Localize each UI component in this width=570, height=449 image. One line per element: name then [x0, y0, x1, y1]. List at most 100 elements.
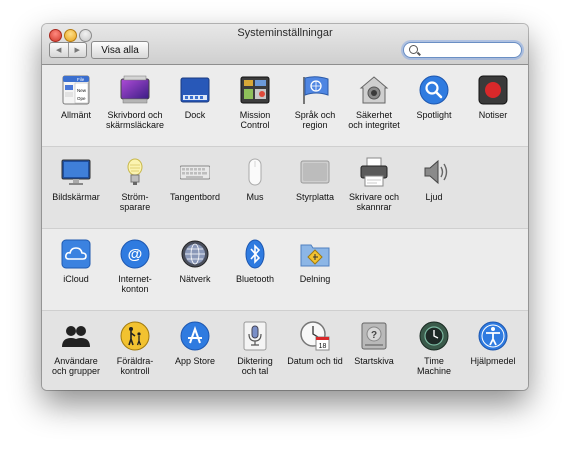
pane-bluetooth[interactable]: Bluetooth	[225, 239, 285, 284]
pane-label: Mission Control	[239, 110, 271, 130]
pane-label: Spotlight	[416, 110, 452, 120]
section-hardware: Bildskärmar Ström- sparare Tangentbord M…	[42, 146, 528, 228]
pane-label: Diktering och tal	[237, 356, 273, 376]
section-system: Användare och grupper Föräldra- kontroll…	[42, 310, 528, 390]
section-personal: File New Ope Allmänt Skrivbord och skärmsl…	[42, 65, 528, 146]
startup-disk-icon: ?	[359, 321, 389, 351]
pane-label: App Store	[174, 356, 216, 366]
svg-text:?: ?	[371, 330, 377, 341]
search-field[interactable]	[403, 42, 522, 58]
printers-scanners-icon	[359, 157, 389, 187]
sound-icon	[419, 157, 449, 187]
app-store-icon	[180, 321, 210, 351]
icloud-icon	[61, 239, 91, 269]
section-internet-wireless: iCloud @ Internet- konton Nätverk Blueto…	[42, 228, 528, 310]
pane-icloud[interactable]: iCloud	[46, 239, 106, 284]
pane-language-region[interactable]: Språk och region	[285, 75, 345, 130]
pane-label: Användare och grupper	[51, 356, 101, 376]
pane-network[interactable]: Nätverk	[165, 239, 225, 284]
show-all-button[interactable]: Visa alla	[91, 41, 149, 59]
pane-mouse[interactable]: Mus	[225, 157, 285, 202]
keyboard-icon	[180, 157, 210, 187]
sharing-icon	[300, 239, 330, 269]
svg-text:18: 18	[319, 343, 327, 350]
pane-label: Datum och tid	[287, 356, 343, 366]
date-time-icon: 18	[300, 321, 330, 351]
trackpad-icon	[300, 157, 330, 187]
pane-accessibility[interactable]: Hjälpmedel	[463, 321, 523, 366]
pane-label: Skrivbord och skärmsläckare	[105, 110, 164, 130]
toolbar: Systeminställningar ◀ ▶ Visa alla	[42, 24, 528, 65]
navigation-buttons: ◀ ▶	[49, 42, 87, 58]
bluetooth-icon	[240, 239, 270, 269]
svg-text:@: @	[128, 246, 143, 263]
internet-accounts-icon: @	[120, 239, 150, 269]
pane-users-groups[interactable]: Användare och grupper	[46, 321, 106, 376]
system-preferences-window: Systeminställningar ◀ ▶ Visa alla File Ne…	[42, 24, 528, 390]
svg-text:Ope: Ope	[77, 96, 86, 101]
svg-text:File: File	[77, 77, 85, 82]
pane-trackpad[interactable]: Styrplatta	[285, 157, 345, 202]
pane-label: Notiser	[478, 110, 508, 120]
dock-icon	[180, 75, 210, 105]
desktop-screensaver-icon	[120, 75, 150, 105]
users-groups-icon	[61, 321, 91, 351]
pane-label: Bildskärmar	[52, 192, 100, 202]
pane-startup-disk[interactable]: ? Startskiva	[344, 321, 404, 366]
pane-label: Skrivare och skannrar	[348, 192, 400, 212]
pane-sound[interactable]: Ljud	[404, 157, 464, 202]
pane-label: Nätverk	[179, 274, 211, 284]
pane-label: iCloud	[63, 274, 89, 284]
pane-dock[interactable]: Dock	[165, 75, 225, 120]
pane-internet-accounts[interactable]: @ Internet- konton	[105, 239, 165, 294]
mouse-icon	[240, 157, 270, 187]
pane-label: Hjälpmedel	[470, 356, 516, 366]
time-machine-icon	[419, 321, 449, 351]
svg-text:New: New	[77, 88, 87, 93]
pane-label: Ström- sparare	[119, 192, 151, 212]
pane-security-privacy[interactable]: Säkerhet och integritet	[344, 75, 404, 130]
security-privacy-icon	[359, 75, 389, 105]
pane-date-time[interactable]: 18 Datum och tid	[285, 321, 345, 366]
pane-label: Time Machine	[416, 356, 452, 376]
pane-general[interactable]: File New Ope Allmänt	[46, 75, 106, 120]
pane-label: Säkerhet och integritet	[348, 110, 400, 130]
pane-mission-control[interactable]: Mission Control	[225, 75, 285, 130]
network-icon	[180, 239, 210, 269]
pane-displays[interactable]: Bildskärmar	[46, 157, 106, 202]
back-button[interactable]: ◀	[50, 43, 69, 57]
pane-label: Språk och region	[294, 110, 336, 130]
pane-label: Ljud	[425, 192, 443, 202]
language-region-icon	[300, 75, 330, 105]
pane-label: Startskiva	[354, 356, 394, 366]
search-input[interactable]	[422, 44, 518, 58]
pane-label: Styrplatta	[295, 192, 335, 202]
spotlight-icon	[419, 75, 449, 105]
pane-parental-controls[interactable]: Föräldra- kontroll	[105, 321, 165, 376]
search-icon	[409, 45, 418, 54]
pane-label: Bluetooth	[235, 274, 275, 284]
pane-label: Mus	[246, 192, 264, 202]
pane-spotlight[interactable]: Spotlight	[404, 75, 464, 120]
pane-desktop-screensaver[interactable]: Skrivbord och skärmsläckare	[105, 75, 165, 130]
pane-keyboard[interactable]: Tangentbord	[165, 157, 225, 202]
pane-time-machine[interactable]: Time Machine	[404, 321, 464, 376]
energy-saver-icon	[120, 157, 150, 187]
forward-button[interactable]: ▶	[69, 43, 87, 57]
pane-label: Föräldra- kontroll	[116, 356, 154, 376]
pane-dictation-speech[interactable]: Diktering och tal	[225, 321, 285, 376]
displays-icon	[61, 157, 91, 187]
accessibility-icon	[478, 321, 508, 351]
pane-label: Tangentbord	[169, 192, 221, 202]
pane-notifications[interactable]: Notiser	[463, 75, 523, 120]
pane-printers-scanners[interactable]: Skrivare och skannrar	[344, 157, 404, 212]
pane-sharing[interactable]: Delning	[285, 239, 345, 284]
mission-control-icon	[240, 75, 270, 105]
dictation-speech-icon	[240, 321, 270, 351]
pane-label: Internet- konton	[118, 274, 152, 294]
pane-label: Delning	[299, 274, 331, 284]
window-title: Systeminställningar	[237, 27, 333, 39]
parental-controls-icon	[120, 321, 150, 351]
pane-app-store[interactable]: App Store	[165, 321, 225, 366]
pane-energy-saver[interactable]: Ström- sparare	[105, 157, 165, 212]
